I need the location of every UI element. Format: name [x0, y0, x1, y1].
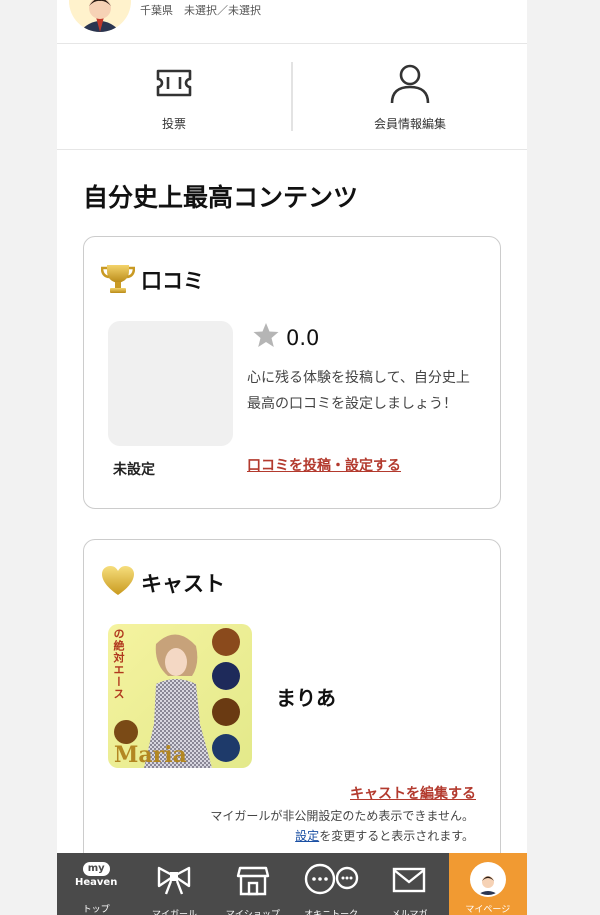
chat-bubbles-icon — [303, 862, 359, 902]
tab-my-shop[interactable]: マイショップ — [214, 853, 292, 915]
ribbon-icon — [156, 862, 192, 902]
tab-okini-talk[interactable]: オキニトーク — [292, 853, 370, 915]
tab-label: マイショップ — [225, 910, 280, 915]
section-title: 自分史上最高コンテンツ — [83, 183, 359, 212]
cast-photo-caption: Maria — [114, 742, 187, 768]
kuchikomi-card: 口コミ 未設定 0.0 心に残る体験を投稿して、自分史上最高の口コミを設定しまし… — [83, 236, 501, 509]
profile-location: 千葉県 未選択／未選択 — [140, 4, 261, 17]
rating-value: 0.0 — [286, 325, 320, 350]
note-line-2-rest: を変更すると表示されます。 — [319, 829, 474, 843]
avatar[interactable] — [69, 0, 131, 32]
tab-label: マイガール — [151, 910, 197, 915]
bottom-tab-bar: my Heaven トップ マイガール マイショップ オキニトーク メルマガ マ… — [57, 853, 527, 915]
note-line-2: 設定を変更すると表示されます。 — [210, 826, 474, 846]
vote-button[interactable]: 投票 — [57, 44, 291, 149]
edit-cast-link[interactable]: キャストを編集する — [350, 783, 476, 803]
kuchikomi-description: 心に残る体験を投稿して、自分史上最高の口コミを設定しましょう！ — [247, 370, 470, 412]
profile-header: 千葉県 未選択／未選択 — [57, 0, 527, 44]
kuchikomi-card-header: 口コミ — [100, 261, 204, 299]
heart-icon — [101, 564, 135, 602]
star-icon — [252, 321, 280, 354]
cast-photo[interactable]: の絶対エース Maria — [108, 624, 252, 768]
mail-icon — [391, 862, 427, 902]
tab-top[interactable]: my Heaven トップ — [57, 853, 135, 915]
trophy-icon — [100, 261, 136, 299]
cast-hidden-note: マイガールが非公開設定のため表示できません。 設定を変更すると表示されます。 — [210, 806, 474, 846]
tab-my-page[interactable]: マイページ — [448, 853, 527, 915]
cast-name: まりあ — [276, 686, 336, 710]
cast-card-header: キャスト — [101, 564, 225, 602]
tab-label: メルマガ — [391, 910, 428, 915]
note-line-1: マイガールが非公開設定のため表示できません。 — [210, 809, 474, 823]
page: 千葉県 未選択／未選択 投票 会員情報編集 自分史上最高コンテンツ 口コミ 未設… — [57, 0, 527, 915]
kuchikomi-rating: 0.0 — [252, 321, 319, 354]
tab-label: トップ — [82, 905, 110, 915]
cast-card: キャスト の絶対エース Maria まりあ キャストを編集する マイガールが非公… — [83, 539, 501, 879]
logo-heaven: Heaven — [75, 877, 118, 888]
my-heaven-logo-icon: my Heaven — [75, 862, 117, 897]
kuchikomi-unset-label: 未設定 — [113, 462, 155, 478]
avatar-icon — [469, 862, 506, 897]
logo-my: my — [82, 862, 110, 876]
tab-my-girl[interactable]: マイガール — [135, 853, 213, 915]
ticket-icon — [152, 61, 196, 109]
tab-label: オキニトーク — [304, 910, 359, 915]
settings-link[interactable]: 設定 — [295, 829, 319, 843]
edit-member-info-label: 会員情報編集 — [373, 117, 446, 131]
post-kuchikomi-link[interactable]: 口コミを投稿・設定する — [247, 455, 401, 475]
action-row: 投票 会員情報編集 — [57, 44, 527, 150]
tab-label: マイページ — [465, 905, 511, 915]
cast-title: キャスト — [141, 572, 225, 596]
kuchikomi-title: 口コミ — [141, 269, 204, 293]
tab-mail-magazine[interactable]: メルマガ — [370, 853, 448, 915]
shop-icon — [235, 862, 271, 902]
user-icon — [388, 61, 432, 109]
vote-label: 投票 — [161, 117, 186, 131]
edit-member-info-button[interactable]: 会員情報編集 — [291, 62, 527, 131]
kuchikomi-thumbnail-placeholder — [108, 321, 233, 446]
cast-photo-text: の絶対エース — [112, 628, 125, 700]
